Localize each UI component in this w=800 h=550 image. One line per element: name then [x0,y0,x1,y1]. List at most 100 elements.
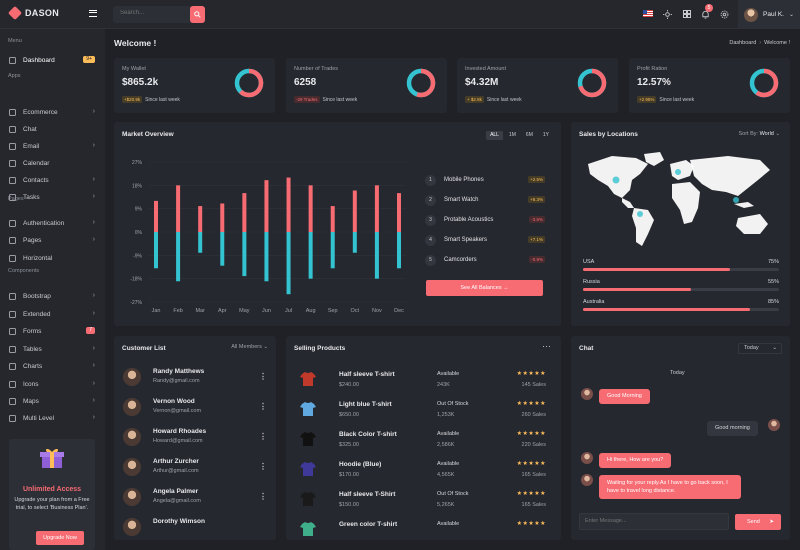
brand[interactable]: DASON [7,5,59,21]
x-tick-label: Sep [328,308,338,314]
chevron-right-icon: › [92,108,95,115]
sort-by-control[interactable]: Sort By: World ⌄ [739,131,781,137]
x-tick-label: Jan [152,308,161,314]
sidebar-item-authentication[interactable]: Authentication › [0,216,105,230]
members-filter-dropdown[interactable]: All Members ⌄ [231,344,268,350]
see-all-balances-label: See All Balances [460,285,502,291]
sidebar-item-dashboard[interactable]: Dashboard 9+ [0,53,105,67]
sidebar-item-label: Bootstrap [23,292,51,300]
product-row[interactable]: Green color T-shirt Available ★★★★★ [294,517,552,547]
x-tick-label: Oct [351,308,360,314]
stat-note: Since last week [659,96,695,103]
stat-value: 6258 [294,77,317,88]
product-shirt-shape [300,372,316,386]
sidebar-item-icons[interactable]: Icons › [0,377,105,391]
stat-label: Profit Ration [637,66,668,72]
location-percent: 75% [767,259,779,265]
send-button[interactable]: Send ➤ [735,514,781,530]
stat-change-badge: +$20.9k [122,96,143,103]
sidebar-item-pages[interactable]: Pages › [0,233,105,247]
product-row[interactable]: Half sleeve T-Shirt $150.00 Out Of Stock 5,… [294,487,552,517]
product-rating-stars: ★★★★★ [516,521,546,527]
map-marker-asia [733,197,739,203]
chat-message-input[interactable] [585,518,715,524]
see-all-balances-button[interactable]: See All Balances → [426,280,543,296]
theme-sun-icon[interactable] [662,9,672,19]
sidebar-item-calendar[interactable]: Calendar [0,156,105,170]
product-row[interactable]: Black Color T-shirt $325.00 Available 2,586… [294,427,552,457]
user-name: Paul K. [763,11,784,18]
sidebar-item-maps[interactable]: Maps › [0,394,105,408]
sidebar-item-chat[interactable]: Chat [0,122,105,136]
legend-change-badge: +8.3% [528,196,545,203]
stat-value: 12.57% [637,77,671,88]
sidebar-item-email[interactable]: Email › [0,139,105,153]
search-button[interactable] [190,6,205,23]
bar-jan-s1 [154,232,158,269]
customer-row[interactable]: Vernon Wood Vernon@gmail.com ⋮ [123,396,273,421]
customer-row[interactable]: Angela Palmer Angela@gmail.com ⋮ [123,486,273,511]
chat-avatar [581,452,593,464]
menu-toggle-icon[interactable] [89,10,97,17]
product-row[interactable]: Hoodie (Blue) $170.00 Available 4,565K ★★★★★… [294,457,552,487]
product-name: Half sleeve T-Shirt [339,491,396,498]
chevron-right-icon: › [92,397,95,404]
customer-row[interactable]: Arthur Zurcher Arthur@gmail.com ⋮ [123,456,273,481]
tab-1y[interactable]: 1Y [539,131,553,140]
chat-day-filter[interactable]: Today ⌄ [738,343,782,354]
upgrade-now-button[interactable]: Upgrade Now [36,531,84,545]
tab-all[interactable]: ALL [486,131,503,140]
sidebar-item-charts[interactable]: Charts › [0,359,105,373]
kebab-menu-icon[interactable]: ⋮ [259,432,267,441]
map-indonesia [734,202,754,208]
horizontal-icon [9,254,16,262]
sidebar-item-bootstrap[interactable]: Bootstrap › [0,289,105,303]
sidebar-item-contacts[interactable]: Contacts › [0,173,105,187]
chat-message: Waiting for your reply.As I have to go b… [599,475,741,499]
sidebar-item-extended[interactable]: Extended › [0,307,105,321]
bootstrap-icon [9,292,16,300]
customer-avatar [123,518,141,536]
stat-card-my-wallet: My Wallet $865.2k +$20.9k Since last week [114,58,275,113]
bar-feb-s1 [176,232,181,282]
kebab-menu-icon[interactable]: ⋮ [259,492,267,501]
sidebar-item-tables[interactable]: Tables › [0,342,105,356]
apps-grid-icon[interactable] [682,9,692,19]
kebab-menu-icon[interactable]: ⋮ [259,372,267,381]
tab-1m[interactable]: 1M [505,131,520,140]
product-quantity: 1,253K [437,412,455,418]
selling-products-title: Selling Products [294,345,346,352]
location-percent: 55% [767,279,779,285]
more-options-icon[interactable]: ··· [542,341,551,351]
sidebar-item-multi-level[interactable]: Multi Level › [0,411,105,425]
chevron-right-icon: › [92,362,95,369]
stat-label: Number of Trades [294,66,339,72]
language-flag-icon[interactable] [643,10,653,17]
customer-row[interactable]: Randy Matthews Randy@gmail.com ⋮ [123,366,273,391]
chevron-right-icon: › [92,219,95,226]
sidebar-badge: 9+ [83,56,95,63]
customer-row[interactable]: Howard Rhoades Howard@gmail.com ⋮ [123,426,273,451]
search-icon [194,11,201,18]
customer-row[interactable]: Dorothy Wimson [123,516,273,541]
y-tick-label: 0% [135,230,143,236]
chat-day-filter-value: Today [744,345,759,351]
kebab-menu-icon[interactable]: ⋮ [259,462,267,471]
sidebar-item-horizontal[interactable]: Horizontal [0,251,105,265]
product-row[interactable]: Half sleeve T-shirt $240.00 Available 243K ★… [294,367,552,397]
x-tick-label: Jun [262,308,271,314]
bar-nov-s0 [374,185,379,232]
search-input[interactable] [120,10,184,16]
chat-avatar [581,388,593,400]
bar-dec-s1 [397,232,401,269]
legend-number: 3 [425,214,436,226]
sidebar-item-ecommerce[interactable]: Ecommerce › [0,105,105,119]
breadcrumb-link-dashboard[interactable]: Dashboard [729,40,756,46]
settings-gear-icon[interactable] [719,9,729,19]
product-row[interactable]: Light blue T-shirt $650.00 Out Of Stock 1,2… [294,397,552,427]
user-menu[interactable]: Paul K. ⌄ [738,0,800,29]
sidebar-item-tasks[interactable]: Tasks › [0,190,105,204]
kebab-menu-icon[interactable]: ⋮ [259,402,267,411]
sidebar-item-forms[interactable]: Forms 7 [0,324,105,338]
tab-6m[interactable]: 6M [522,131,537,140]
